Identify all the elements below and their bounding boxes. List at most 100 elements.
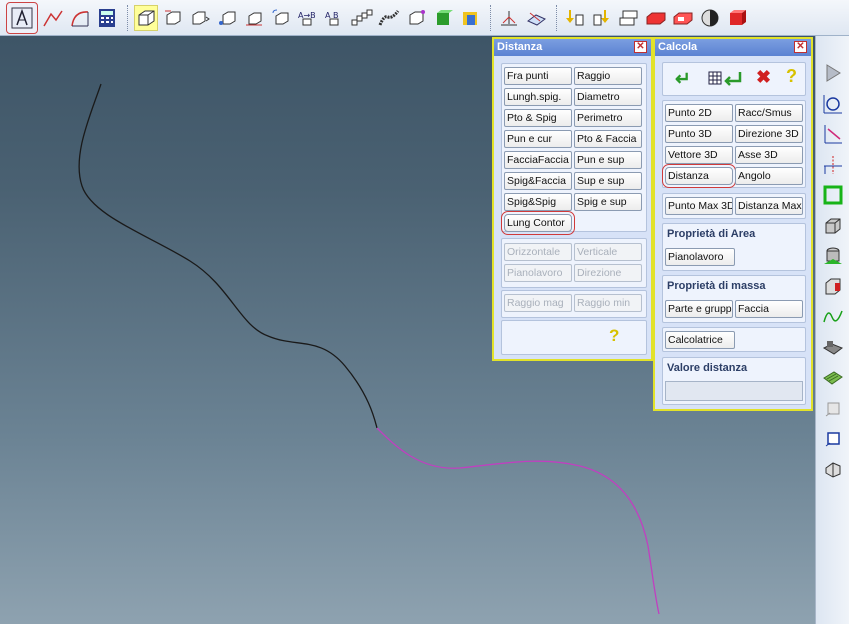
measure-icon[interactable] [6,1,38,34]
box-icon[interactable] [134,4,158,31]
angolo-button[interactable]: Angolo [735,167,803,185]
calcola-title-bar[interactable]: Calcola ✕ [655,39,811,56]
pto-faccia-button[interactable]: Pto & Faccia [574,130,642,148]
help-icon[interactable]: ? [609,326,619,346]
play-icon[interactable] [820,60,846,86]
pto-spig-button[interactable]: Pto & Spig [504,109,572,127]
verticale-button[interactable]: Verticale [574,243,642,261]
toolbar-separator [556,4,558,31]
calculator-button[interactable]: Calcolatrice [665,331,735,349]
racc-smus-button[interactable]: Racc/Smus [735,104,803,122]
square-small-icon[interactable] [820,396,846,422]
calculator-icon[interactable] [95,5,119,31]
raggio-mag-button[interactable]: Raggio mag [504,294,572,312]
sup-e-sup-button[interactable]: Sup e sup [574,172,642,190]
close-icon[interactable]: ✕ [634,41,647,53]
mass-heading: Proprietà di massa [667,280,766,292]
curve-segment-black[interactable] [78,83,378,429]
parte-e-gruppo-button[interactable]: Parte e gruppo [665,300,733,318]
distanza-panel: Distanza ✕ Fra punti Raggio Lungh.spig. Dia… [492,37,653,361]
workplane-icon[interactable] [524,5,548,31]
help-icon[interactable]: ? [786,66,797,87]
box-tool-icon[interactable] [820,213,846,239]
toolbar-separator [490,4,492,31]
red-cube-icon[interactable] [725,5,749,31]
direzione-button[interactable]: Direzione [574,264,642,282]
square-green-icon[interactable] [820,182,846,208]
box-rotate-icon[interactable] [269,5,293,31]
shell-tool-icon[interactable] [820,274,846,300]
main-toolbar: A→B A B [0,0,849,36]
pun-e-sup-button[interactable]: Pun e sup [574,151,642,169]
orizzontale-button[interactable]: Orizzontale [504,243,572,261]
stack-box-icon[interactable] [617,5,641,31]
lungh-spig-button[interactable]: Lungh.spig. [504,88,572,106]
curve-arc-icon[interactable] [68,5,92,31]
fra-punti-button[interactable]: Fra punti [504,67,572,85]
calcola-actions-group: ↵ ✖ ? [662,62,806,96]
cube-green-icon[interactable] [431,5,455,31]
line-tool-icon[interactable] [820,121,846,147]
calcola-title: Calcola [658,41,698,53]
diametro-button[interactable]: Diametro [574,88,642,106]
distanza-max-button[interactable]: Distanza Max [735,197,803,215]
distanza-title-bar[interactable]: Distanza ✕ [494,39,651,56]
area-heading: Proprietà di Area [667,228,756,240]
value-heading: Valore distanza [667,362,748,374]
bend-tool-icon[interactable] [820,457,846,483]
distance-value-field[interactable] [665,381,803,401]
red-box-icon[interactable] [644,5,668,31]
punto-max-3d-button[interactable]: Punto Max 3D [665,197,733,215]
red-box-2-icon[interactable] [671,5,695,31]
cancel-icon[interactable]: ✖ [756,67,771,88]
distanza-help-group [501,320,647,355]
box-point-icon[interactable] [215,5,239,31]
wave-tool-icon[interactable] [820,304,846,330]
curve-segment-magenta[interactable] [376,427,660,615]
table-enter-icon[interactable] [708,69,744,92]
enter-icon[interactable]: ↵ [675,68,691,91]
arrow-ab-2-icon[interactable]: A B [323,5,347,31]
square-outline-icon[interactable] [820,426,846,452]
pin-down-icon[interactable] [563,5,587,31]
spig-spig-button[interactable]: Spig&Spig [504,193,572,211]
pianolavoro-button[interactable]: Pianolavoro [504,264,572,282]
raggio-min-button[interactable]: Raggio min [574,294,642,312]
toolbar-separator [127,4,129,31]
box-corner-icon[interactable] [404,5,428,31]
area-pianolavoro-button[interactable]: Pianolavoro [665,248,735,266]
facciafaccia-button[interactable]: FacciaFaccia [504,151,572,169]
box-dims-icon[interactable] [161,5,185,31]
blocks-tool-icon[interactable] [820,335,846,361]
spig-e-sup-button[interactable]: Spig e sup [574,193,642,211]
polyline-icon[interactable] [41,5,65,31]
punto-2d-button[interactable]: Punto 2D [665,104,733,122]
close-icon[interactable]: ✕ [794,41,807,53]
spring-icon[interactable] [377,5,401,31]
faccia-button[interactable]: Faccia [735,300,803,318]
punto-3d-button[interactable]: Punto 3D [665,125,733,143]
box-arrow-icon[interactable] [188,5,212,31]
chain-icon[interactable] [350,5,374,31]
circle-tool-icon[interactable] [820,91,846,117]
tripod-icon[interactable] [497,5,521,31]
distanza-button[interactable]: Distanza [662,164,736,188]
asse-3d-button[interactable]: Asse 3D [735,146,803,164]
vettore-3d-button[interactable]: Vettore 3D [665,146,733,164]
cylinder-tool-icon[interactable] [820,243,846,269]
distanza-title: Distanza [497,41,543,53]
perimetro-button[interactable]: Perimetro [574,109,642,127]
axis-tool-icon[interactable] [820,152,846,178]
sphere-half-icon[interactable] [698,5,722,31]
right-toolbar [815,36,849,624]
raggio-button[interactable]: Raggio [574,67,642,85]
box-axis-icon[interactable] [242,5,266,31]
pin-down-2-icon[interactable] [590,5,614,31]
grid-tool-icon[interactable] [820,365,846,391]
spig-faccia-button[interactable]: Spig&Faccia [504,172,572,190]
lung-contor-button[interactable]: Lung Contor [501,211,575,235]
direzione-3d-button[interactable]: Direzione 3D [735,125,803,143]
cube-yellow-icon[interactable] [458,5,482,31]
pun-e-cur-button[interactable]: Pun e cur [504,130,572,148]
arrow-ab-icon[interactable]: A→B [296,5,320,31]
